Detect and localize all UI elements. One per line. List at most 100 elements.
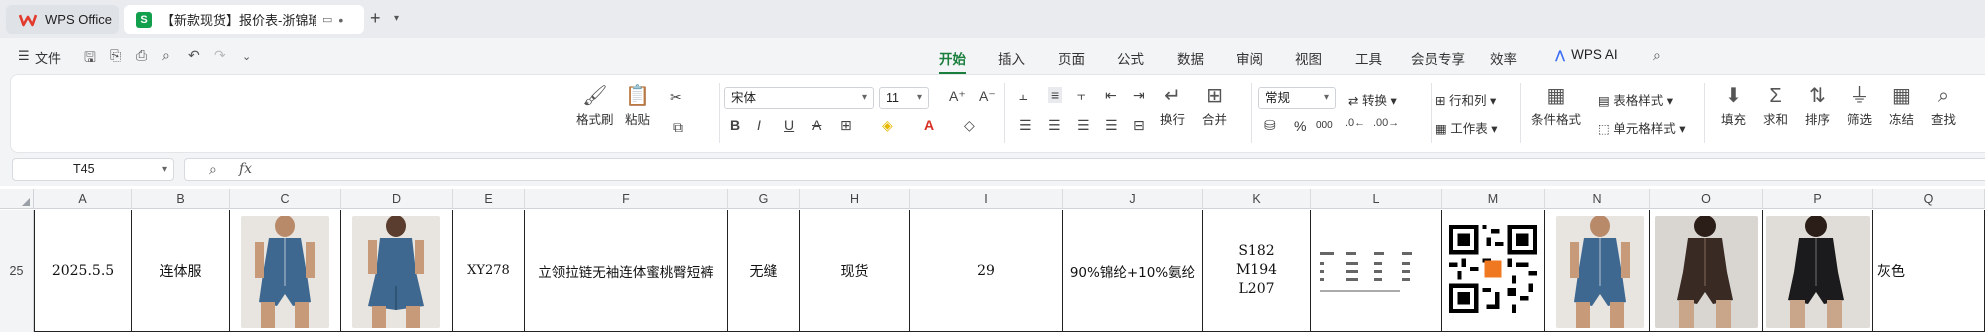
- zoom-icon[interactable]: ⌕: [209, 161, 217, 178]
- tab-review[interactable]: 审阅: [1236, 48, 1263, 68]
- monitor-icon[interactable]: ▭: [322, 13, 332, 26]
- product-photo-front-2[interactable]: [1556, 216, 1644, 328]
- align-left-icon[interactable]: ☰: [1019, 117, 1032, 134]
- cell-i25[interactable]: 29: [910, 210, 1063, 332]
- name-box[interactable]: T45 ▾: [12, 158, 174, 181]
- col-header-k[interactable]: K: [1203, 189, 1311, 209]
- select-all-corner[interactable]: [0, 189, 34, 209]
- export-icon[interactable]: ⎘: [110, 47, 121, 64]
- freeze-button[interactable]: ▦ 冻结: [1889, 83, 1914, 128]
- col-header-c[interactable]: C: [230, 189, 341, 209]
- col-header-b[interactable]: B: [132, 189, 230, 209]
- filter-button[interactable]: ⏚ 筛选: [1847, 83, 1872, 128]
- increase-font-icon[interactable]: A⁺: [949, 88, 966, 105]
- paste-button[interactable]: 📋 粘贴: [625, 83, 650, 128]
- italic-icon[interactable]: I: [757, 117, 761, 133]
- align-right-icon[interactable]: ☰: [1077, 117, 1090, 134]
- cell-f25[interactable]: 立领拉链无袖连体蜜桃臀短裤: [525, 210, 728, 332]
- bold-icon[interactable]: B: [730, 117, 740, 133]
- tab-home[interactable]: 开始: [939, 48, 966, 74]
- product-photo-front[interactable]: [241, 216, 329, 328]
- fill-button[interactable]: ⬇ 填充: [1721, 83, 1746, 128]
- align-center-icon[interactable]: ☰: [1048, 117, 1061, 134]
- qr-code-icon[interactable]: [1449, 225, 1537, 313]
- align-top-icon[interactable]: ⫠: [1019, 87, 1027, 104]
- cell-q25[interactable]: 灰色: [1873, 210, 1985, 332]
- cell-style-button[interactable]: ⬚ 单元格样式 ▾: [1598, 118, 1686, 137]
- clear-format-icon[interactable]: ◇: [964, 117, 975, 134]
- table-style-button[interactable]: ▤ 表格样式 ▾: [1598, 90, 1673, 109]
- col-header-e[interactable]: E: [453, 189, 525, 209]
- sort-button[interactable]: ⇅ 排序: [1805, 83, 1830, 128]
- align-bottom-icon[interactable]: ⫟: [1077, 87, 1085, 104]
- font-name-select[interactable]: 宋体 ▾: [724, 87, 874, 109]
- col-header-p[interactable]: P: [1763, 189, 1873, 209]
- tab-document[interactable]: S 【新款现货】报价表-浙锦瑜伽 ▭ •: [124, 5, 364, 34]
- cut-icon[interactable]: ✂: [670, 89, 682, 106]
- cell-a25[interactable]: 2025.5.5: [34, 210, 132, 332]
- tab-page[interactable]: 页面: [1058, 48, 1085, 68]
- align-middle-icon[interactable]: ≡: [1048, 87, 1063, 103]
- convert-button[interactable]: ⇄ 转换 ▾: [1348, 90, 1397, 109]
- underline-icon[interactable]: U: [784, 117, 794, 133]
- tab-efficiency[interactable]: 效率: [1490, 48, 1517, 68]
- cell-h25[interactable]: 现货: [800, 210, 910, 332]
- new-tab-plus-icon[interactable]: +: [370, 8, 381, 29]
- tab-data[interactable]: 数据: [1177, 48, 1204, 68]
- decrease-indent-icon[interactable]: ⇤: [1105, 87, 1117, 104]
- increase-indent-icon[interactable]: ⇥: [1133, 87, 1145, 104]
- col-header-m[interactable]: M: [1442, 189, 1545, 209]
- hamburger-menu-icon[interactable]: ☰: [18, 48, 30, 64]
- conditional-format-button[interactable]: ▦ 条件格式: [1531, 83, 1581, 128]
- undo-icon[interactable]: ↶: [188, 47, 200, 64]
- cell-k25[interactable]: S182 M194 L207: [1203, 210, 1311, 332]
- redo-icon[interactable]: ↷: [214, 47, 226, 64]
- row-header-25[interactable]: 25: [0, 210, 34, 332]
- cell-b25[interactable]: 连体服: [132, 210, 230, 332]
- col-header-q[interactable]: Q: [1873, 189, 1985, 209]
- fx-icon[interactable]: fx: [239, 161, 252, 177]
- quick-access-chevron-icon[interactable]: ⌄: [242, 50, 251, 63]
- border-icon[interactable]: ⊞: [840, 117, 852, 134]
- product-photo-black[interactable]: [1766, 216, 1870, 328]
- product-photo-brown[interactable]: [1655, 216, 1758, 328]
- decrease-font-icon[interactable]: A⁻: [979, 88, 996, 105]
- find-button[interactable]: ⌕ 查找: [1931, 83, 1956, 128]
- cell-g25[interactable]: 无缝: [728, 210, 800, 332]
- font-size-select[interactable]: 11 ▾: [879, 87, 929, 109]
- col-header-i[interactable]: I: [910, 189, 1063, 209]
- col-header-d[interactable]: D: [341, 189, 453, 209]
- justify-icon[interactable]: ☰: [1105, 117, 1118, 134]
- col-header-l[interactable]: L: [1311, 189, 1442, 209]
- sum-button[interactable]: Σ 求和: [1763, 83, 1788, 128]
- worksheet-button[interactable]: ▦ 工作表 ▾: [1435, 118, 1498, 137]
- tab-view[interactable]: 视图: [1295, 48, 1322, 68]
- number-format-select[interactable]: 常规 ▾: [1258, 87, 1336, 109]
- save-icon[interactable]: 🖫: [84, 47, 96, 71]
- unsaved-dot-icon[interactable]: •: [338, 12, 343, 28]
- strikethrough-icon[interactable]: A: [812, 117, 821, 133]
- tab-wps-home[interactable]: WPS Office: [6, 5, 119, 34]
- col-header-a[interactable]: A: [34, 189, 132, 209]
- col-header-h[interactable]: H: [800, 189, 910, 209]
- format-painter-button[interactable]: 🖌 格式刷: [576, 83, 614, 128]
- col-header-g[interactable]: G: [728, 189, 800, 209]
- font-color-icon[interactable]: A: [924, 117, 934, 133]
- col-header-n[interactable]: N: [1545, 189, 1650, 209]
- distributed-icon[interactable]: ⊟: [1133, 117, 1145, 134]
- formula-input[interactable]: ⌕ fx: [184, 158, 1985, 181]
- tab-insert[interactable]: 插入: [998, 48, 1025, 68]
- wps-ai-button[interactable]: ⋀ WPS AI: [1555, 47, 1618, 62]
- currency-icon[interactable]: ⛁: [1264, 117, 1276, 134]
- print-preview-icon[interactable]: ⌕: [162, 47, 170, 64]
- col-header-j[interactable]: J: [1063, 189, 1203, 209]
- cell-e25[interactable]: XY278: [453, 210, 525, 332]
- tab-member[interactable]: 会员专享: [1411, 48, 1465, 68]
- product-photo-back[interactable]: [352, 216, 440, 328]
- copy-icon[interactable]: ⧉: [673, 119, 683, 136]
- tab-formula[interactable]: 公式: [1117, 48, 1144, 68]
- percent-button[interactable]: %: [1294, 118, 1306, 134]
- cell-j25[interactable]: 90%锦纶+10%氨纶: [1063, 210, 1203, 332]
- file-menu[interactable]: 文件: [35, 48, 61, 67]
- increase-decimal-icon[interactable]: .0←: [1345, 117, 1365, 129]
